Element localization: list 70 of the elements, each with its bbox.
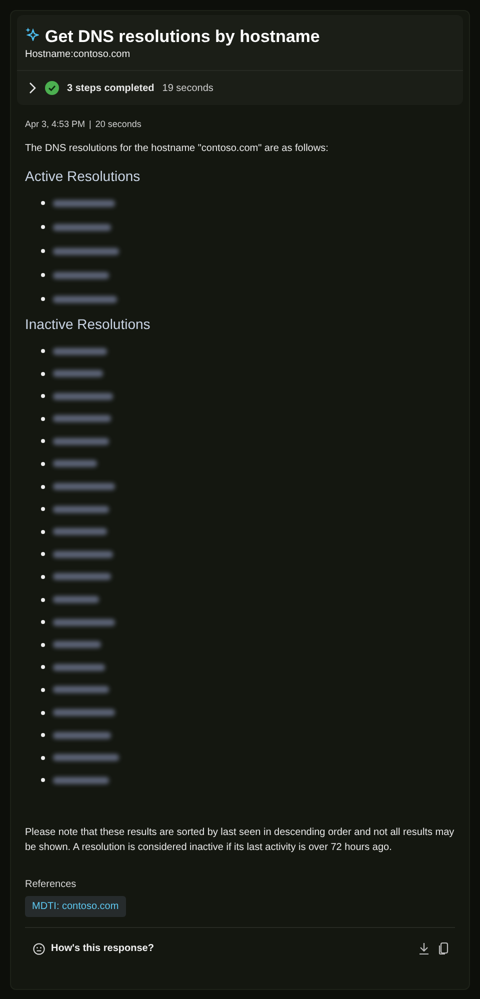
blurred-text bbox=[53, 776, 109, 784]
download-button[interactable] bbox=[418, 942, 430, 956]
bullet-icon bbox=[41, 439, 45, 444]
blurred-text bbox=[53, 272, 109, 278]
section-heading: Active Resolutions bbox=[25, 168, 142, 184]
blurred-text bbox=[53, 415, 111, 422]
bullet-icon bbox=[41, 620, 45, 624]
bullet-icon bbox=[41, 462, 45, 466]
response-duration: 20 seconds bbox=[95, 119, 142, 129]
bullet-icon bbox=[41, 733, 45, 738]
blurred-text bbox=[53, 641, 101, 648]
smiley-icon bbox=[33, 942, 45, 955]
reference-link[interactable]: MDTI: contoso.com bbox=[25, 896, 126, 918]
blurred-text bbox=[53, 248, 119, 254]
blurred-text bbox=[53, 550, 113, 558]
bullet-icon bbox=[41, 688, 45, 692]
blurred-text bbox=[53, 224, 111, 230]
bullet-icon bbox=[41, 530, 45, 534]
bullet-icon bbox=[41, 349, 45, 353]
bullet-icon bbox=[41, 710, 45, 714]
blurred-text bbox=[53, 709, 115, 716]
blurred-text bbox=[53, 596, 99, 604]
bullet-icon bbox=[41, 273, 45, 277]
bullet-icon bbox=[41, 484, 45, 489]
steps-duration: 19 seconds bbox=[162, 82, 214, 94]
bullet-icon bbox=[41, 552, 45, 556]
bullet-icon bbox=[41, 574, 45, 579]
card-title: Get DNS resolutions by hostname bbox=[45, 27, 320, 47]
steps-label: 3 steps completed bbox=[67, 82, 154, 94]
bullet-icon bbox=[41, 394, 45, 398]
blurred-text bbox=[53, 438, 109, 445]
blurred-text bbox=[53, 296, 117, 302]
bullet-icon bbox=[41, 416, 45, 421]
chevron-icon bbox=[27, 82, 37, 94]
feedback-button[interactable]: How's this response? bbox=[33, 942, 154, 955]
section-heading: Inactive Resolutions bbox=[25, 316, 152, 332]
blurred-text bbox=[53, 348, 107, 354]
bullet-icon bbox=[41, 778, 45, 782]
blurred-text bbox=[53, 686, 109, 694]
bullet-icon bbox=[41, 665, 45, 670]
bullet-icon bbox=[41, 756, 45, 760]
bullet-icon bbox=[41, 225, 45, 229]
blurred-text bbox=[53, 392, 113, 400]
hostname-subtitle: Hostname:contoso.com bbox=[25, 49, 132, 60]
blurred-text bbox=[53, 732, 111, 739]
sparkle-icon bbox=[25, 27, 39, 41]
blurred-text bbox=[53, 528, 107, 536]
separator: | bbox=[89, 119, 92, 129]
blurred-text bbox=[53, 460, 97, 468]
blurred-text bbox=[53, 618, 115, 626]
bullet-icon bbox=[41, 507, 45, 512]
blurred-text bbox=[53, 200, 115, 206]
bullet-icon bbox=[41, 642, 45, 647]
blurred-text bbox=[53, 506, 109, 513]
blurred-text bbox=[53, 370, 103, 378]
intro-text: The DNS resolutions for the hostname "contoso.com" are as follows: bbox=[25, 142, 330, 156]
blurred-text bbox=[53, 483, 115, 490]
timestamp: Apr 3, 4:53 PM bbox=[25, 119, 86, 129]
references-heading: References bbox=[25, 879, 78, 890]
bullet-icon bbox=[41, 297, 45, 301]
bullet-icon bbox=[41, 249, 45, 253]
bullet-icon bbox=[41, 201, 45, 205]
bullet-icon bbox=[41, 372, 45, 376]
note-text: Please note that these results are sorted by last seen in descending order and not all results may be shown. A resolution is considered inactive if its last activity is over 72 hours ago. bbox=[25, 826, 455, 856]
blurred-text bbox=[53, 573, 111, 580]
steps-bar[interactable]: 3 steps completed 19 seconds bbox=[17, 71, 463, 105]
copy-button[interactable] bbox=[438, 942, 449, 956]
bullet-icon bbox=[41, 598, 45, 602]
blurred-text bbox=[53, 664, 105, 671]
blurred-text bbox=[53, 754, 119, 762]
